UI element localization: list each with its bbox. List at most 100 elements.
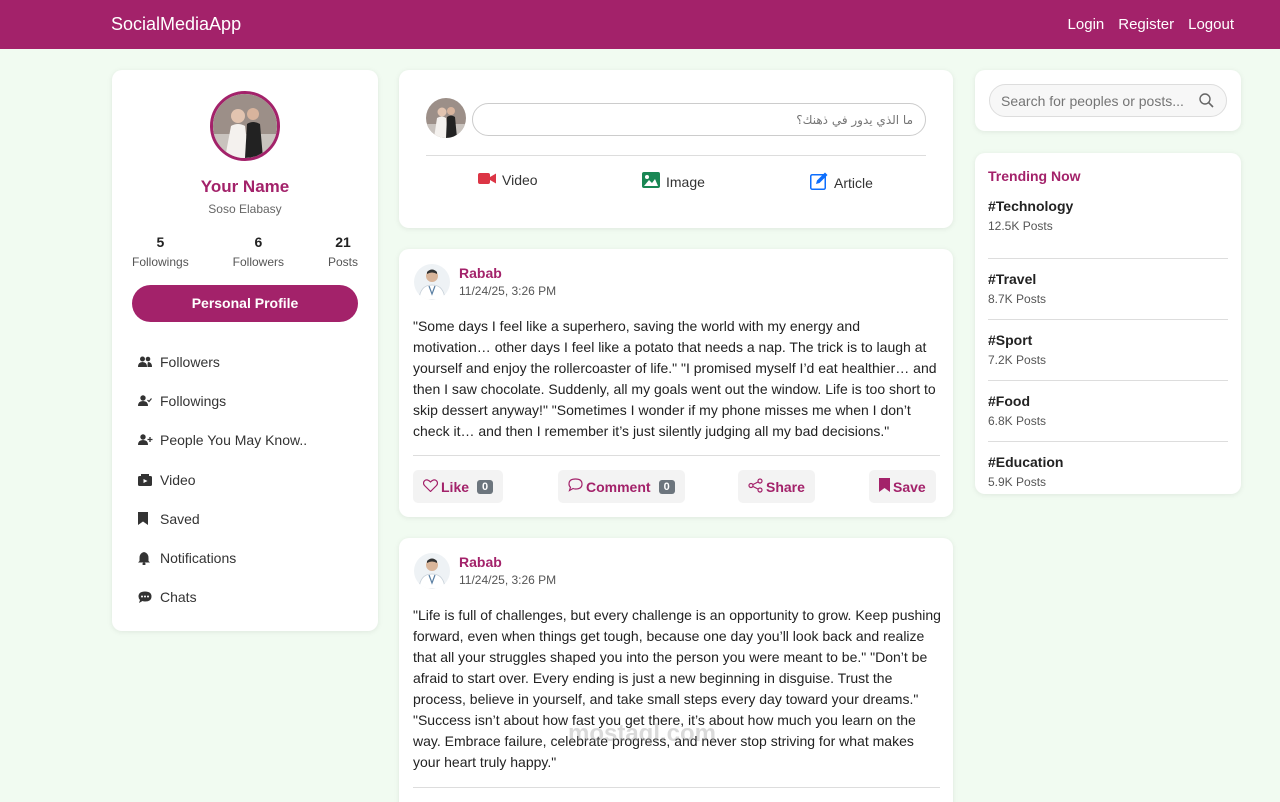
divider [413,455,940,456]
stat-value: 6 [254,234,263,250]
comment-button[interactable]: Comment 0 [558,470,685,503]
post-actions: Like 0 Comment 0 Share Save [413,470,940,503]
nav-register-link[interactable]: Register [1118,16,1174,33]
save-label: Save [893,478,926,495]
save-button[interactable]: Save [869,470,936,503]
composer-article-button[interactable]: Article [810,172,873,193]
heart-icon [422,478,439,495]
sidebar-item-label: People You May Know.. [160,432,308,449]
trending-tag: #Education [988,454,1064,470]
sidebar-item-people-you-may-know[interactable]: People You May Know.. [138,421,307,460]
top-navbar: SocialMediaApp Login Register Logout [0,0,1280,49]
image-icon [642,172,660,191]
post-timestamp: 11/24/25, 3:26 PM [459,573,557,587]
watermark: mostaql.com [567,720,717,747]
stat-label: Posts [327,255,358,269]
profile-avatar[interactable] [210,91,280,161]
sidebar-item-followers[interactable]: Followers [138,342,307,381]
comment-count-badge: 0 [658,479,675,494]
video-icon [138,473,160,486]
stat-value: 5 [156,234,165,250]
trending-item[interactable]: #Food 6.8K Posts [988,381,1228,442]
post-author-name[interactable]: Rabab [459,265,502,281]
post-card: Rabab 11/24/25, 3:26 PM "Some days I fee… [399,249,953,517]
profile-username: Soso Elabasy [208,202,282,216]
bell-icon [138,551,160,565]
chat-icon [138,591,160,604]
trending-card: Trending Now #Technology 12.5K Posts #Tr… [975,153,1241,494]
trending-count: 8.7K Posts [988,292,1047,306]
composer-action-label: Article [834,174,873,191]
trending-count: 12.5K Posts [988,219,1053,233]
post-author-avatar[interactable] [414,553,450,589]
sidebar-item-label: Notifications [160,550,237,567]
bookmark-icon [138,512,160,526]
video-camera-icon [478,172,496,188]
nav-links: Login Register Logout [1068,16,1234,33]
trending-tag: #Travel [988,271,1037,287]
stat-value: 21 [335,234,351,250]
share-label: Share [766,478,805,495]
user-plus-icon [138,434,160,446]
sidebar-item-chats[interactable]: Chats [138,578,307,617]
share-icon [748,477,763,496]
comment-label: Comment [586,478,651,495]
profile-name: Your Name [200,177,290,196]
divider [426,155,926,156]
post-timestamp: 11/24/25, 3:26 PM [459,284,557,298]
composer-input[interactable] [472,103,926,136]
nav-logout-link[interactable]: Logout [1188,16,1234,33]
like-button[interactable]: Like 0 [413,470,504,503]
stat-label: Followings [132,255,189,269]
composer-video-button[interactable]: Video [478,172,538,188]
stat-posts[interactable]: 21 Posts [328,234,358,269]
search-icon[interactable] [1199,93,1214,113]
sidebar-menu: Followers Followings People You May Know… [138,342,307,617]
trending-list: #Technology 12.5K Posts #Travel 8.7K Pos… [988,198,1228,503]
composer-image-button[interactable]: Image [642,172,705,191]
bookmark-icon [879,478,890,495]
trending-count: 5.9K Posts [988,475,1047,489]
trending-item[interactable]: #Sport 7.2K Posts [988,320,1228,381]
comment-icon [568,478,583,495]
trending-count: 6.8K Posts [988,414,1047,428]
trending-tag: #Sport [988,332,1033,348]
trending-item[interactable]: #Travel 8.7K Posts [988,259,1228,320]
user-check-icon [138,395,160,407]
composer-action-label: Image [666,173,705,190]
composer-action-label: Video [502,172,538,188]
stat-followings[interactable]: 5 Followings [132,234,189,269]
profile-stats: 5 Followings 6 Followers 21 Posts [132,234,358,269]
sidebar-item-followings[interactable]: Followings [138,381,307,420]
post-composer: Video Image Article [399,70,953,228]
pencil-square-icon [810,172,828,193]
personal-profile-button[interactable]: Personal Profile [132,285,358,322]
like-label: Like [441,478,470,495]
nav-login-link[interactable]: Login [1068,16,1105,33]
search-input[interactable] [989,84,1227,117]
sidebar-item-label: Video [160,471,196,488]
sidebar-item-video[interactable]: Video [138,460,307,499]
post-author-avatar[interactable] [414,264,450,300]
trending-tag: #Technology [988,198,1074,214]
trending-count: 7.2K Posts [988,353,1047,367]
sidebar-item-saved[interactable]: Saved [138,499,307,538]
sidebar-item-label: Chats [160,589,197,606]
post-author-name[interactable]: Rabab [459,554,502,570]
search-card [975,70,1241,131]
trending-item[interactable]: #Technology 12.5K Posts [988,198,1228,259]
stat-followers[interactable]: 6 Followers [233,234,284,269]
sidebar-item-notifications[interactable]: Notifications [138,538,307,577]
divider [413,787,940,788]
brand-logo[interactable]: SocialMediaApp [111,14,241,35]
share-button[interactable]: Share [738,470,815,503]
trending-title: Trending Now [988,168,1081,184]
post-card: Rabab 11/24/25, 3:26 PM "Life is full of… [399,538,953,802]
trending-tag: #Food [988,393,1030,409]
stat-label: Followers [232,255,285,269]
sidebar-item-label: Followings [160,392,227,409]
trending-item[interactable]: #Education 5.9K Posts [988,442,1228,503]
users-icon [138,356,160,368]
sidebar-item-label: Followers [160,353,220,370]
sidebar-item-label: Saved [160,510,200,527]
